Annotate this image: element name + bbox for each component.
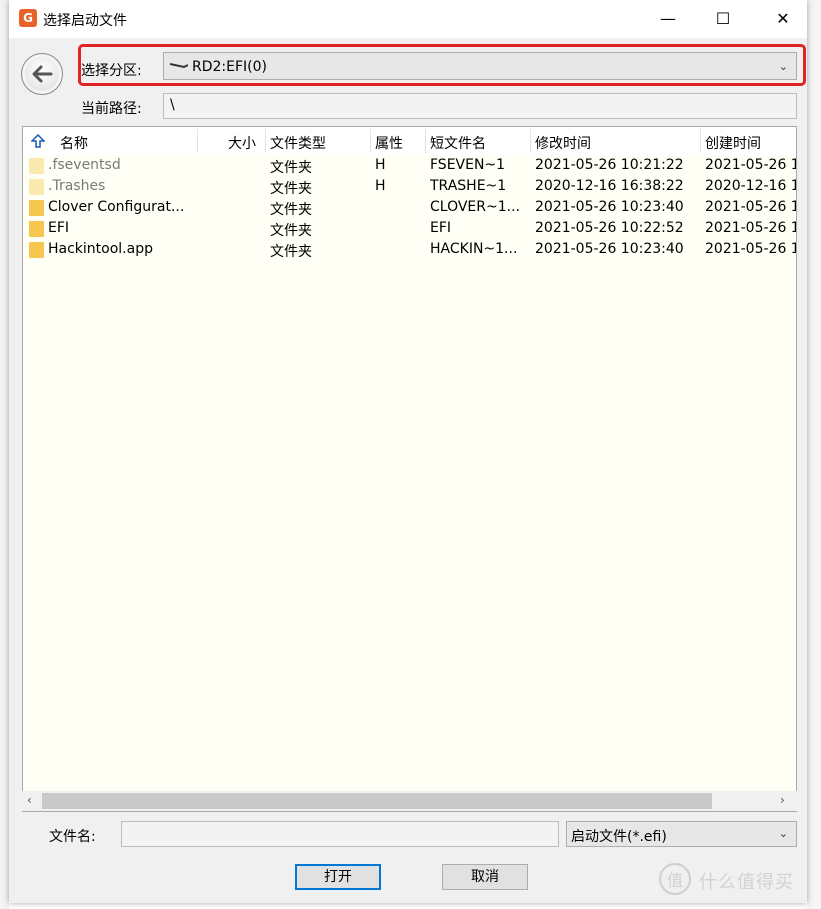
column-header-modified[interactable]: 修改时间 bbox=[535, 133, 591, 153]
title-bar: G 选择启动文件 — ☐ ✕ bbox=[9, 0, 807, 38]
background-app-left-edge bbox=[0, 0, 9, 909]
file-short-name: FSEVEN~1 bbox=[430, 157, 506, 173]
file-type: 文件夹 bbox=[270, 202, 312, 218]
column-header-size[interactable]: 大小 bbox=[228, 133, 256, 153]
current-path-field[interactable]: \ bbox=[163, 93, 797, 119]
highlight-annotation bbox=[78, 44, 806, 86]
path-label: 当前路径: bbox=[81, 101, 142, 117]
select-boot-file-dialog: G 选择启动文件 — ☐ ✕ 选择分区: RD2:EFI(0) ⌄ 当前路径: … bbox=[9, 0, 807, 903]
file-modified-time: 2021-05-26 10:23:40 bbox=[535, 199, 684, 215]
file-short-name: HACKIN~1... bbox=[430, 241, 518, 257]
horizontal-scrollbar[interactable]: ‹ › bbox=[22, 791, 797, 811]
watermark: 值 什么值得买 bbox=[659, 863, 819, 899]
file-type: 文件夹 bbox=[270, 244, 312, 260]
file-name: .fseventsd bbox=[48, 157, 121, 173]
app-logo-icon: G bbox=[19, 9, 37, 27]
maximize-button[interactable]: ☐ bbox=[700, 0, 746, 38]
file-name: Hackintool.app bbox=[48, 241, 153, 257]
file-type: 文件夹 bbox=[270, 160, 312, 176]
scroll-right-icon[interactable]: › bbox=[780, 793, 785, 807]
scroll-left-icon[interactable]: ‹ bbox=[27, 793, 32, 807]
column-header-created[interactable]: 创建时间 bbox=[705, 133, 761, 153]
filename-label: 文件名: bbox=[49, 829, 96, 845]
file-row[interactable]: .fseventsd 文件夹 H FSEVEN~1 2021-05-26 10:21:2… bbox=[23, 155, 797, 176]
file-name: .Trashes bbox=[48, 178, 106, 194]
open-button[interactable]: 打开 bbox=[295, 864, 381, 890]
file-type: 文件夹 bbox=[270, 223, 312, 239]
file-row[interactable]: Clover Configurat... 文件夹 CLOVER~1... 2021-0… bbox=[23, 197, 797, 218]
watermark-text: 什么值得买 bbox=[699, 872, 794, 893]
current-path-value: \ bbox=[170, 97, 175, 113]
back-button[interactable] bbox=[21, 53, 63, 95]
file-type: 文件夹 bbox=[270, 181, 312, 197]
minimize-button[interactable]: — bbox=[645, 0, 691, 38]
watermark-logo-icon: 值 bbox=[659, 863, 691, 895]
file-row[interactable]: .Trashes 文件夹 H TRASHE~1 2020-12-16 16:38:22 2… bbox=[23, 176, 797, 197]
file-modified-time: 2020-12-16 16:38:22 bbox=[535, 178, 684, 194]
file-list[interactable]: 名称 大小 文件类型 属性 短文件名 修改时间 创建时间 .fseventsd 文… bbox=[22, 126, 797, 812]
file-short-name: EFI bbox=[430, 220, 452, 236]
up-folder-icon[interactable] bbox=[31, 134, 45, 148]
folder-icon bbox=[29, 200, 44, 216]
file-modified-time: 2021-05-26 10:21:22 bbox=[535, 157, 684, 173]
folder-icon bbox=[29, 221, 44, 237]
cancel-button[interactable]: 取消 bbox=[442, 864, 528, 890]
file-attributes: H bbox=[375, 178, 386, 194]
file-name: EFI bbox=[48, 220, 70, 236]
file-row[interactable]: Hackintool.app 文件夹 HACKIN~1... 2021-05-26 1… bbox=[23, 239, 797, 260]
file-attributes: H bbox=[375, 157, 386, 173]
folder-icon bbox=[29, 158, 44, 174]
folder-icon bbox=[29, 179, 44, 195]
file-created-time: 2021-05-26 1 bbox=[705, 157, 797, 173]
file-short-name: CLOVER~1... bbox=[430, 199, 520, 215]
file-created-time: 2021-05-26 1 bbox=[705, 199, 797, 215]
close-button[interactable]: ✕ bbox=[760, 0, 806, 38]
file-name: Clover Configurat... bbox=[48, 199, 185, 215]
column-header-name[interactable]: 名称 bbox=[60, 133, 88, 153]
file-created-time: 2021-05-26 1 bbox=[705, 241, 797, 257]
folder-icon bbox=[29, 242, 44, 258]
file-list-header: 名称 大小 文件类型 属性 短文件名 修改时间 创建时间 bbox=[23, 127, 796, 155]
background-app-right-edge bbox=[807, 0, 821, 909]
chevron-down-icon: ⌄ bbox=[778, 827, 788, 840]
arrow-left-icon bbox=[32, 65, 53, 83]
filetype-value: 启动文件(*.efi) bbox=[571, 829, 667, 845]
file-row[interactable]: EFI 文件夹 EFI 2021-05-26 10:22:52 2021-05-26 1 bbox=[23, 218, 797, 239]
filetype-select[interactable]: 启动文件(*.efi) ⌄ bbox=[566, 821, 797, 847]
file-short-name: TRASHE~1 bbox=[430, 178, 507, 194]
column-header-short-name[interactable]: 短文件名 bbox=[430, 133, 486, 153]
dialog-title: 选择启动文件 bbox=[43, 13, 127, 29]
file-created-time: 2020-12-16 1 bbox=[705, 178, 797, 194]
filename-input[interactable] bbox=[121, 821, 559, 847]
column-header-type[interactable]: 文件类型 bbox=[270, 133, 326, 153]
file-modified-time: 2021-05-26 10:22:52 bbox=[535, 220, 684, 236]
file-modified-time: 2021-05-26 10:23:40 bbox=[535, 241, 684, 257]
file-created-time: 2021-05-26 1 bbox=[705, 220, 797, 236]
scrollbar-thumb[interactable] bbox=[42, 793, 712, 809]
column-header-attributes[interactable]: 属性 bbox=[375, 133, 403, 153]
